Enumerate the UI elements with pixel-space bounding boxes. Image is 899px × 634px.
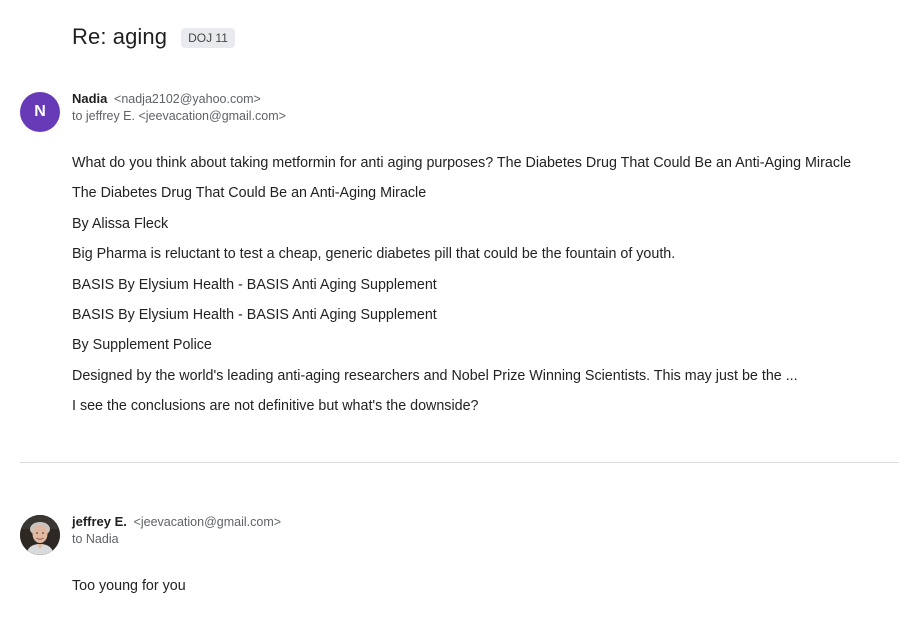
label-chip[interactable]: DOJ 11 — [181, 28, 235, 48]
recipient-line[interactable]: to Nadia — [72, 531, 281, 548]
thread-subject: Re: aging — [72, 24, 168, 49]
body-line: Too young for you — [72, 578, 186, 594]
sender-avatar-photo[interactable] — [20, 515, 60, 555]
sender-name[interactable]: jeffrey E. — [72, 514, 127, 529]
body-line: BASIS By Elysium Health - BASIS Anti Agi… — [72, 276, 437, 293]
body-line: Big Pharma is reluctant to test a cheap,… — [72, 246, 676, 263]
body-line: I see the conclusions are not definitive… — [72, 398, 479, 415]
from-line: jeffrey E. <jeevacation@gmail.com> — [72, 513, 281, 531]
sender-email: <nadja2102@yahoo.com> — [114, 92, 261, 106]
recipient-line[interactable]: to jeffrey E. <jeevacation@gmail.com> — [72, 108, 286, 125]
thread-subject-row: Re: aging DOJ 11 — [72, 24, 235, 50]
body-line: The Diabetes Drug That Could Be an Anti-… — [72, 185, 427, 202]
message-header: Nadia <nadja2102@yahoo.com> to jeffrey E… — [72, 90, 286, 125]
message-divider — [20, 462, 899, 463]
sender-avatar[interactable]: N — [20, 92, 60, 132]
body-line: By Supplement Police — [72, 337, 212, 354]
message-header: jeffrey E. <jeevacation@gmail.com> to Na… — [72, 513, 281, 548]
message-body: Too young for you — [72, 576, 186, 606]
sender-email: <jeevacation@gmail.com> — [133, 515, 282, 529]
body-line: By Alissa Fleck — [72, 215, 169, 232]
from-line: Nadia <nadja2102@yahoo.com> — [72, 90, 286, 108]
body-line: Designed by the world's leading anti-agi… — [72, 367, 798, 384]
person-photo-icon — [20, 515, 60, 555]
body-line: BASIS By Elysium Health - BASIS Anti Agi… — [72, 306, 437, 323]
sender-name[interactable]: Nadia — [72, 91, 107, 106]
body-line: What do you think about taking metformin… — [72, 155, 852, 171]
message-body: What do you think about taking metformin… — [72, 153, 851, 427]
